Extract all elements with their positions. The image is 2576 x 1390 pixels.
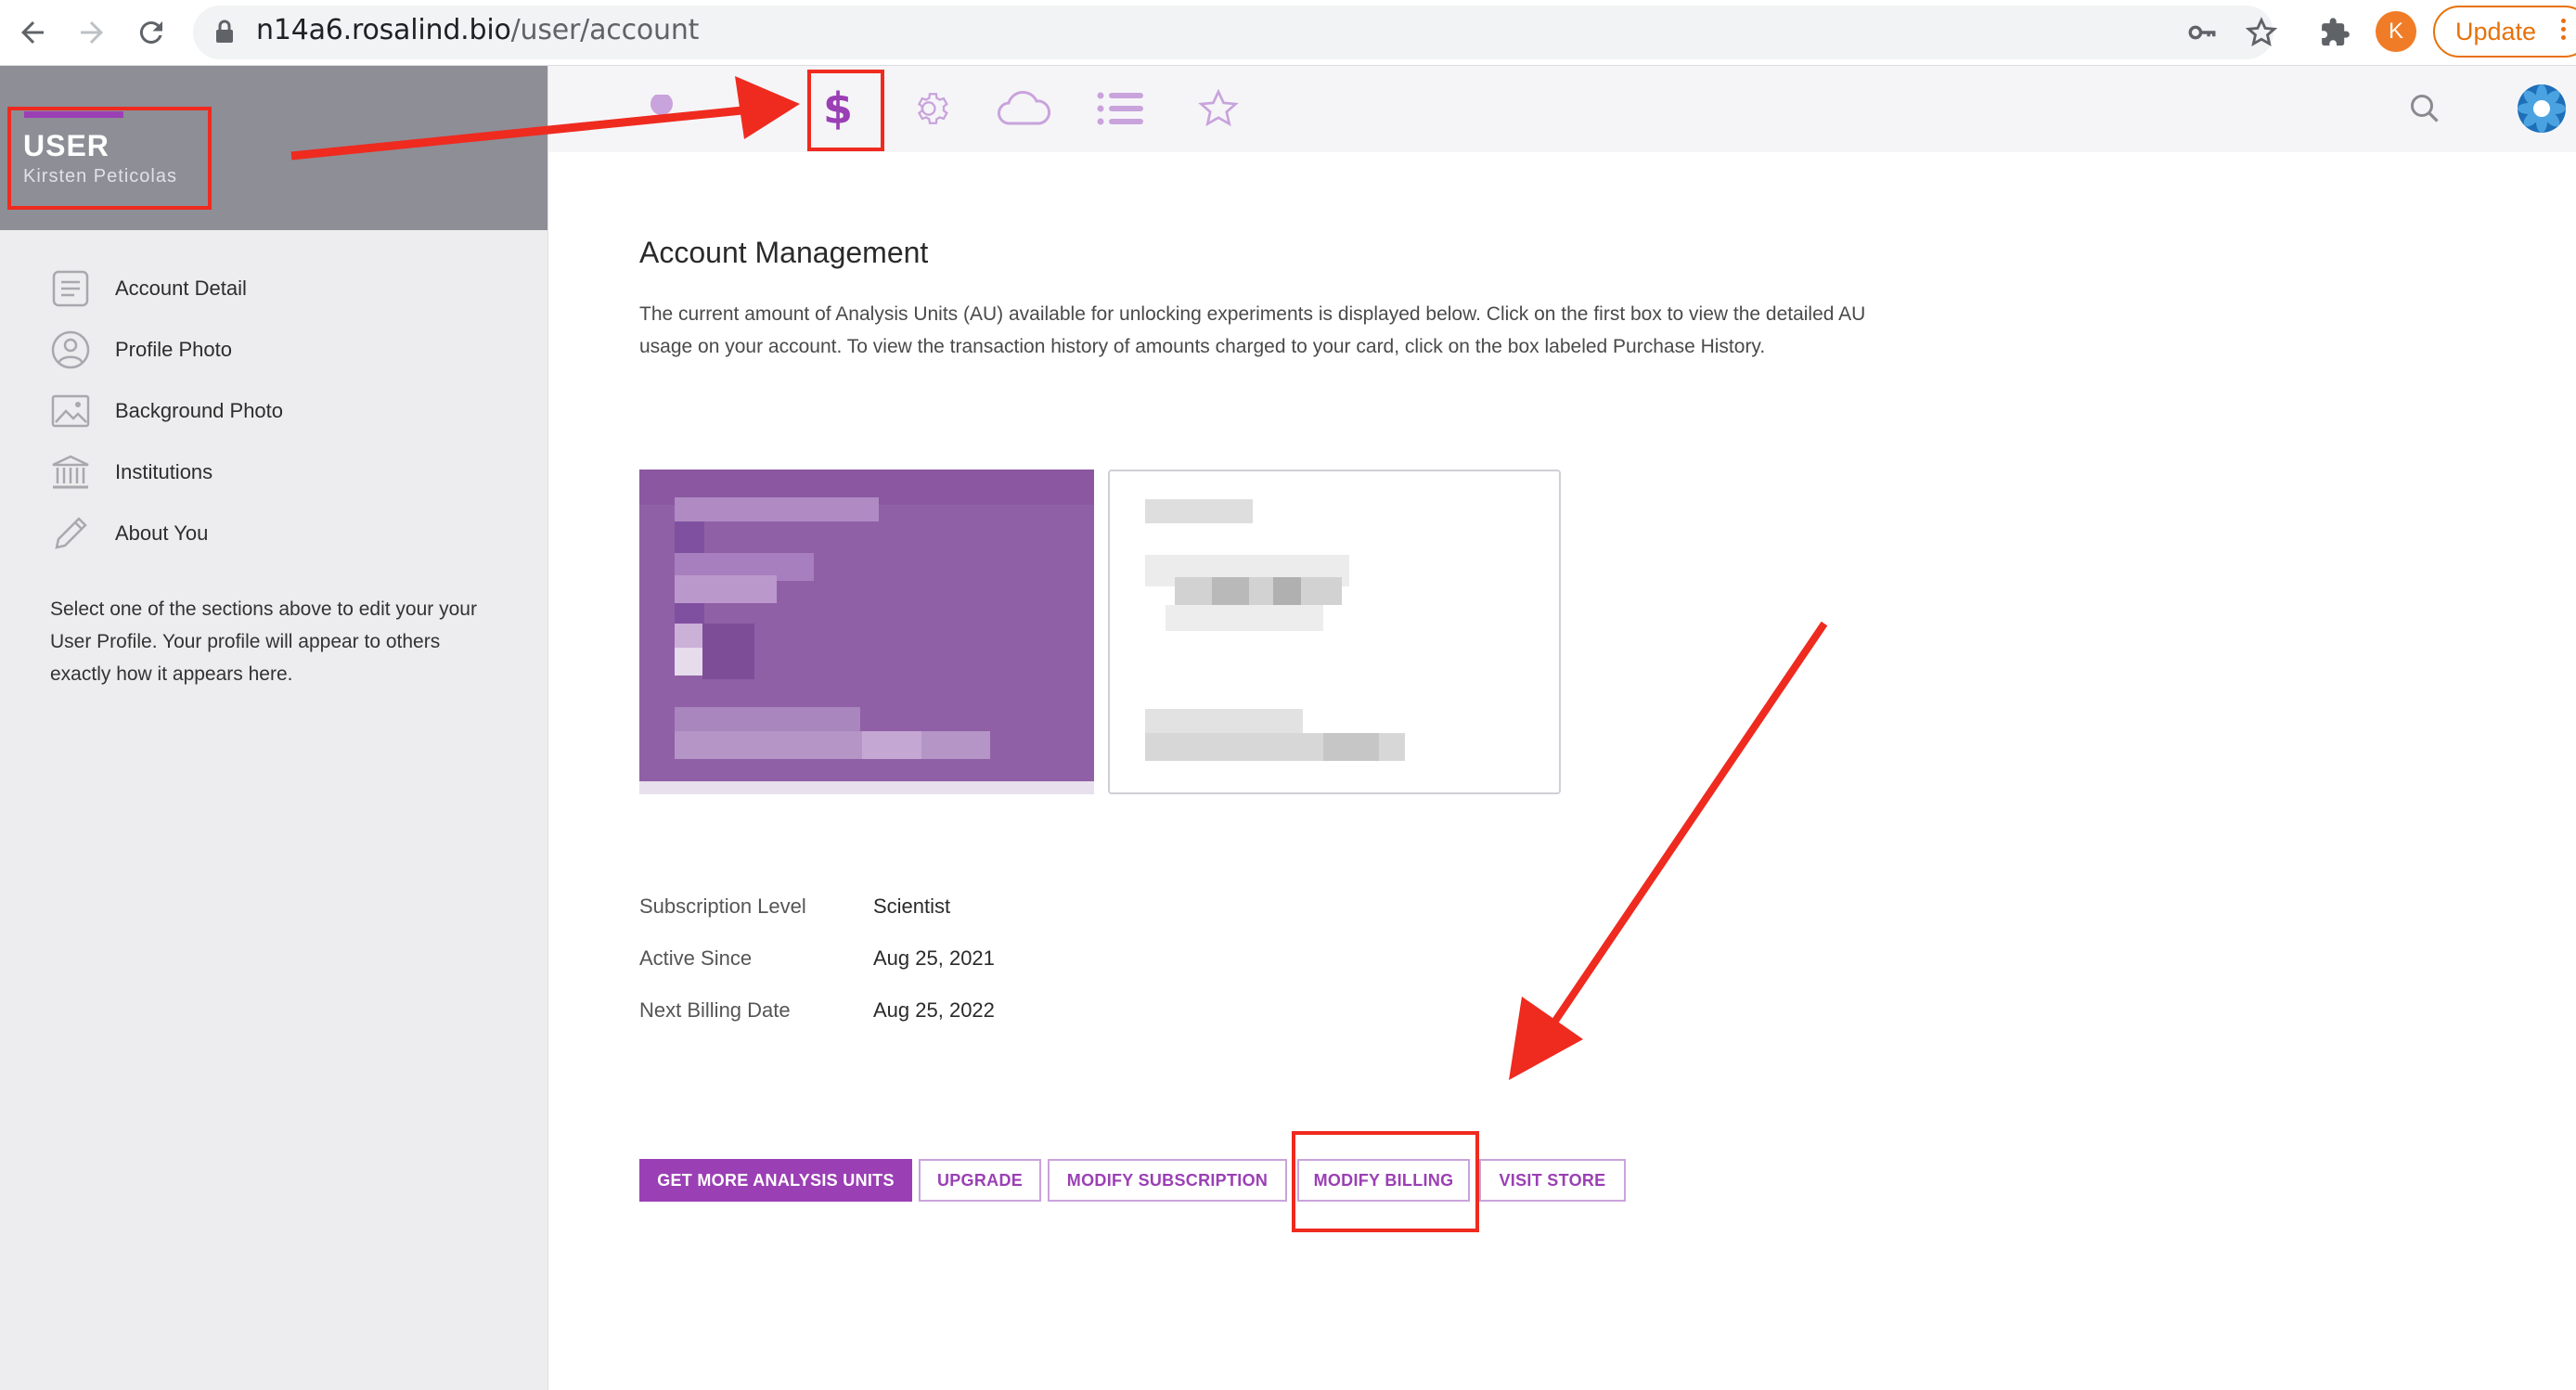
sidebar-item-profile-photo[interactable]: Profile Photo [50,328,496,372]
modify-billing-button[interactable]: MODIFY BILLING [1297,1159,1470,1202]
sidebar-item-label: Profile Photo [115,338,232,361]
star-icon[interactable] [1192,83,1244,135]
person-icon [50,329,91,370]
cloud-icon[interactable] [992,83,1057,135]
user-accent-bar [24,111,123,118]
pencil-icon [50,513,91,554]
button-label: UPGRADE [936,1170,1024,1190]
visit-store-button[interactable]: VISIT STORE [1479,1159,1626,1202]
sidebar-item-about-you[interactable]: About You [50,511,496,556]
sidebar-item-institutions[interactable]: Institutions [50,450,496,495]
bookmark-star-icon[interactable] [2240,11,2283,54]
dollar-glyph: $ [822,84,853,134]
sidebar-item-background-photo[interactable]: Background Photo [50,389,496,433]
app-toolbar: $ [548,66,2576,152]
search-icon[interactable] [2399,83,2451,135]
image-icon [50,391,91,431]
info-label: Next Billing Date [639,998,791,1022]
purchase-history-card[interactable] [1108,470,1561,794]
reload-icon[interactable] [130,11,173,54]
back-icon[interactable] [11,11,54,54]
upgrade-button[interactable]: UPGRADE [919,1159,1041,1202]
url-text[interactable]: n14a6.rosalind.bio/user/account [256,14,699,46]
forward-icon[interactable] [71,11,113,54]
info-value: Aug 25, 2021 [873,946,995,970]
page-description: The current amount of Analysis Units (AU… [639,303,1866,357]
dollar-icon[interactable]: $ [812,83,864,135]
au-usage-card[interactable] [639,470,1094,794]
sidebar: USER Kirsten Peticolas Account Detail Pr… [0,66,548,1390]
button-label: MODIFY BILLING [1313,1170,1454,1190]
sidebar-item-label: About You [115,521,209,545]
profile-avatar[interactable]: K [2376,11,2416,52]
get-more-analysis-units-button[interactable]: GET MORE ANALYSIS UNITS [639,1159,912,1202]
sidebar-item-label: Background Photo [115,399,284,422]
bank-icon [50,452,91,493]
kebab-menu-icon[interactable] [2559,19,2569,46]
sidebar-item-label: Institutions [115,460,213,483]
button-label: MODIFY SUBSCRIPTION [1066,1170,1269,1190]
app-logo-icon[interactable] [2516,83,2568,135]
sidebar-item-account-detail[interactable]: Account Detail [50,266,496,311]
info-label: Subscription Level [639,894,806,918]
page-title: Account Management [639,236,929,269]
button-label: VISIT STORE [1499,1170,1606,1190]
document-icon [50,268,91,309]
update-button[interactable]: Update [2433,6,2576,58]
info-value: Aug 25, 2022 [873,998,995,1022]
user-name: Kirsten Peticolas [23,166,177,187]
lock-icon[interactable] [213,19,236,49]
url-path: /user/account [510,14,700,46]
list-icon[interactable] [1094,83,1146,135]
info-label: Active Since [639,946,753,970]
user-title: USER [23,129,109,162]
url-host: n14a6.rosalind.bio [256,14,511,46]
button-label: GET MORE ANALYSIS UNITS [657,1170,895,1190]
key-icon[interactable] [2181,11,2223,54]
home-dot-icon[interactable] [636,83,688,135]
update-label: Update [2455,18,2537,45]
user-header: USER Kirsten Peticolas [0,66,547,230]
info-value: Scientist [873,894,951,918]
sidebar-help-text: Select one of the sections above to edit… [50,598,477,685]
browser-toolbar: n14a6.rosalind.bio/user/account K Update [0,0,2576,66]
extensions-icon[interactable] [2314,11,2357,54]
sidebar-item-label: Account Detail [115,277,247,300]
modify-subscription-button[interactable]: MODIFY SUBSCRIPTION [1048,1159,1287,1202]
gear-icon[interactable] [907,83,959,135]
